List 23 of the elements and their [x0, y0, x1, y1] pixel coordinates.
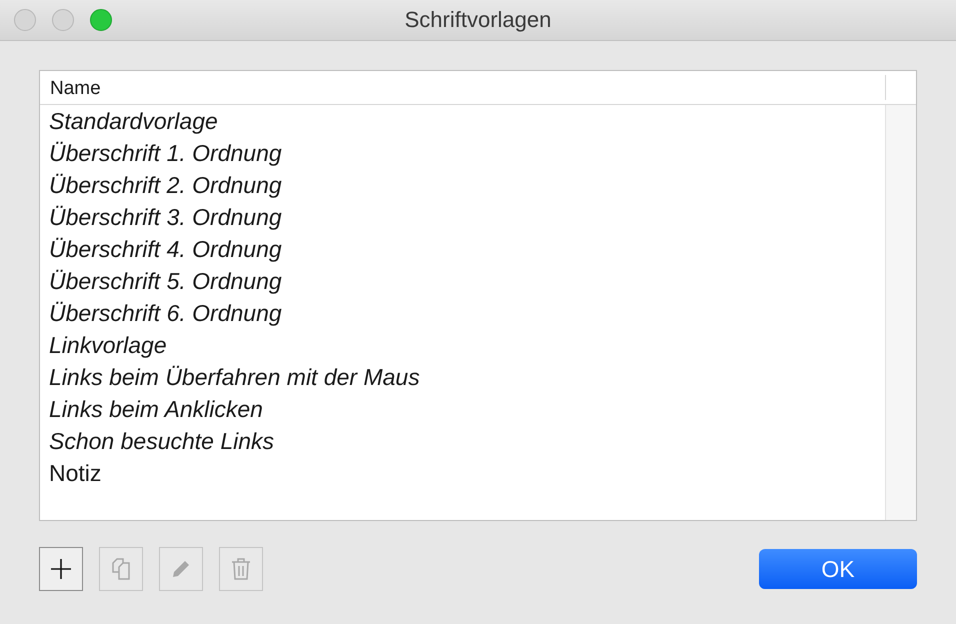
- zoom-window-button[interactable]: [90, 9, 112, 31]
- trash-icon: [231, 558, 251, 580]
- duplicate-icon: [110, 558, 132, 580]
- style-row[interactable]: Standardvorlage: [40, 105, 885, 137]
- minimize-window-button[interactable]: [52, 9, 74, 31]
- style-row[interactable]: Überschrift 3. Ordnung: [40, 201, 885, 233]
- close-window-button[interactable]: [14, 9, 36, 31]
- style-row[interactable]: Schon besuchte Links: [40, 425, 885, 457]
- style-row[interactable]: Überschrift 4. Ordnung: [40, 233, 885, 265]
- pencil-icon: [170, 558, 192, 580]
- plus-icon: [50, 558, 72, 580]
- style-row[interactable]: Überschrift 5. Ordnung: [40, 265, 885, 297]
- style-row[interactable]: Überschrift 6. Ordnung: [40, 297, 885, 329]
- column-header[interactable]: Name: [40, 75, 886, 100]
- window-title: Schriftvorlagen: [404, 7, 552, 33]
- style-row[interactable]: Überschrift 1. Ordnung: [40, 137, 885, 169]
- style-row[interactable]: Linkvorlage: [40, 329, 885, 361]
- add-button[interactable]: [39, 547, 83, 591]
- style-row[interactable]: Überschrift 2. Ordnung: [40, 169, 885, 201]
- ok-button[interactable]: OK: [759, 549, 917, 589]
- style-row[interactable]: Links beim Überfahren mit der Maus: [40, 361, 885, 393]
- style-row[interactable]: Notiz: [40, 457, 885, 489]
- style-row[interactable]: Links beim Anklicken: [40, 393, 885, 425]
